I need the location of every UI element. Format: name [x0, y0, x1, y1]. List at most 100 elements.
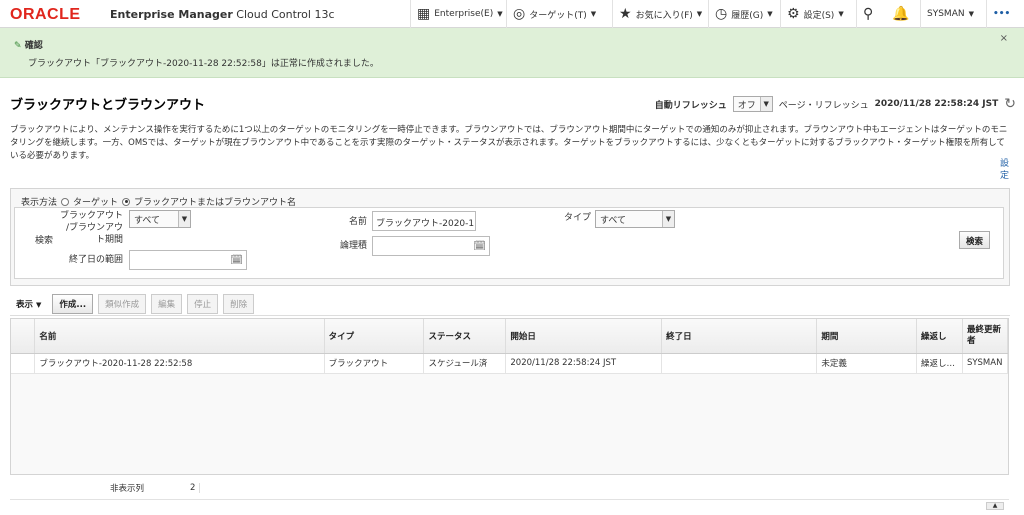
- column-header-name[interactable]: 名前: [34, 319, 325, 354]
- column-header-status[interactable]: ステータス: [423, 319, 507, 354]
- cell-start: 2020/11/28 22:58:24 JST: [505, 353, 663, 374]
- oracle-logo[interactable]: ORACLE: [10, 6, 81, 24]
- page-refresh-time: 2020/11/28 22:58:24 JST: [874, 99, 999, 109]
- calendar-icon[interactable]: 🗓: [230, 255, 243, 266]
- period-label-line1: ブラックアウト: [59, 211, 123, 221]
- notifications-button[interactable]: 🔔: [886, 0, 915, 28]
- create-like-button[interactable]: 類似作成: [98, 293, 147, 314]
- radio-name[interactable]: [122, 197, 131, 206]
- refresh-icon[interactable]: ↻: [1004, 96, 1016, 112]
- star-icon: ★: [619, 6, 632, 22]
- more-menu[interactable]: •••: [986, 0, 1016, 28]
- calendar-icon[interactable]: 🗓: [473, 241, 486, 252]
- create-button[interactable]: 作成...: [52, 293, 94, 314]
- auto-refresh-label: 自動リフレッシュ: [654, 100, 727, 111]
- period-label-line2: /ブラウンアウ: [65, 223, 123, 233]
- target-icon: ◎: [513, 6, 526, 22]
- nav-favorites[interactable]: ★ お気に入り(F) ▼: [612, 0, 708, 28]
- nav-enterprise-label: Enterprise(E): [434, 9, 494, 19]
- table-toolbar: 表示 ▼ 作成... 類似作成 編集 停止 削除: [10, 292, 1010, 316]
- period-label: ブラックアウト /ブラウンアウ ト期間: [55, 210, 123, 246]
- clock-icon: ◷: [715, 6, 728, 22]
- page-description: ブラックアウトにより、メンテナンス操作を実行するために1つ以上のターゲットのモニ…: [10, 125, 1008, 161]
- product-name-bold: Enterprise Manager: [110, 8, 233, 21]
- blackout-table: 名前 タイプ ステータス 開始日 終了日 期間 繰返し 最終更新者 ブラックアウ…: [10, 318, 1009, 475]
- search-button[interactable]: ⚲: [856, 0, 879, 28]
- stop-button[interactable]: 停止: [187, 293, 219, 314]
- confirmation-title-text: 確認: [24, 41, 43, 51]
- page-refresh-label: ページ・リフレッシュ: [778, 100, 869, 111]
- blackout-table-grid: 名前 タイプ ステータス 開始日 終了日 期間 繰返し 最終更新者 ブラックアウ…: [11, 319, 1009, 374]
- nav-targets[interactable]: ◎ ターゲット(T) ▼: [506, 0, 602, 28]
- gear-icon: ⚙: [787, 6, 800, 22]
- chevron-down-icon: ▼: [590, 10, 597, 18]
- search-label: 検索: [34, 236, 53, 246]
- table-header-row: 名前 タイプ ステータス 開始日 終了日 期間 繰返し 最終更新者: [11, 319, 1009, 354]
- search-icon: ⚲: [863, 6, 874, 22]
- product-name-rest: Cloud Control 13c: [236, 8, 335, 21]
- scroll-top-icon[interactable]: ▲: [986, 502, 1004, 510]
- column-header-duration[interactable]: 期間: [816, 319, 917, 354]
- column-header-repeat[interactable]: 繰返し: [916, 319, 963, 354]
- name-label: 名前: [348, 217, 367, 227]
- delete-button[interactable]: 削除: [223, 293, 255, 314]
- type-select[interactable]: すべて ▼: [595, 210, 675, 228]
- chevron-down-icon: ▼: [767, 10, 773, 18]
- view-menu[interactable]: 表示 ▼: [10, 295, 47, 313]
- chevron-down-icon: ▼: [759, 97, 772, 111]
- logical-and-label: 論理積: [339, 241, 367, 251]
- chevron-down-icon: ▼: [838, 10, 844, 18]
- type-select-value: すべて: [600, 215, 627, 226]
- period-select-value: すべて: [134, 215, 161, 226]
- column-header-end[interactable]: 終了日: [661, 319, 818, 354]
- search-panel: 表示方法 ターゲット ブラックアウトまたはブラウンアウト名 検索 ブラックアウト…: [10, 188, 1010, 286]
- user-name: SYSMAN: [927, 9, 965, 19]
- cell-repeat: 繰返し…: [916, 353, 963, 374]
- search-submit-button[interactable]: 検索: [959, 231, 991, 249]
- period-select[interactable]: すべて ▼: [129, 210, 191, 228]
- hidden-columns-count: 2: [190, 482, 200, 493]
- close-icon[interactable]: ×: [1000, 33, 1008, 44]
- radio-target[interactable]: [61, 197, 70, 206]
- cell-last-updated-by: SYSMAN: [962, 353, 1009, 374]
- column-header-start[interactable]: 開始日: [505, 319, 663, 354]
- nav-setup-label: 設定(S): [803, 10, 835, 21]
- end-range-label: 終了日の範囲: [68, 255, 123, 265]
- nav-favorites-label: お気に入り(F): [635, 10, 693, 21]
- user-menu[interactable]: SYSMAN ▼: [920, 0, 980, 28]
- name-input[interactable]: ブラックアウト-2020-11-: [372, 211, 476, 231]
- column-header-type[interactable]: タイプ: [324, 319, 425, 354]
- confirmation-banner: ✎ 確認 ブラックアウト「ブラックアウト-2020-11-28 22:52:58…: [0, 28, 1024, 78]
- column-header-last-updated-by[interactable]: 最終更新者: [962, 319, 1009, 354]
- settings-link[interactable]: 設定: [1000, 158, 1010, 182]
- chevron-down-icon: ▼: [497, 10, 503, 18]
- nav-history[interactable]: ◷ 履歴(G) ▼: [708, 0, 779, 28]
- cell-duration: 未定義: [816, 353, 917, 374]
- edit-button[interactable]: 編集: [151, 293, 183, 314]
- table-row[interactable]: ブラックアウト-2020-11-28 22:52:58 ブラックアウト スケジュ…: [11, 353, 1009, 374]
- nav-setup[interactable]: ⚙ 設定(S) ▼: [780, 0, 850, 28]
- end-range-input[interactable]: 🗓: [129, 250, 247, 270]
- hidden-columns-label: 非表示列: [110, 483, 145, 494]
- bell-icon: 🔔: [892, 6, 910, 22]
- more-icon: •••: [993, 9, 1011, 19]
- table-footer: 非表示列 2: [10, 476, 1009, 500]
- chevron-down-icon: ▼: [662, 211, 674, 227]
- row-selector[interactable]: [11, 353, 36, 374]
- nav-enterprise[interactable]: ▦ Enterprise(E) ▼: [410, 0, 509, 28]
- cell-name: ブラックアウト-2020-11-28 22:52:58: [34, 353, 325, 374]
- auto-refresh-value: オフ: [737, 100, 756, 111]
- cell-end: [661, 353, 818, 374]
- enterprise-icon: ▦: [417, 6, 431, 22]
- page-title: ブラックアウトとブラウンアウト: [10, 98, 206, 113]
- chevron-down-icon: ▼: [696, 10, 703, 18]
- refresh-controls: 自動リフレッシュ オフ ▼ ページ・リフレッシュ 2020/11/28 22:5…: [655, 96, 1016, 112]
- type-label: タイプ: [563, 213, 591, 223]
- auto-refresh-select[interactable]: オフ ▼: [732, 96, 773, 112]
- confirm-check-icon: ✎: [14, 41, 22, 51]
- nav-history-label: 履歴(G): [731, 10, 764, 21]
- search-form: 検索 ブラックアウト /ブラウンアウ ト期間 すべて ▼ 終了日の範囲 🗓 名前…: [14, 207, 1004, 279]
- logical-and-input[interactable]: 🗓: [372, 236, 490, 256]
- cell-status: スケジュール済: [423, 353, 507, 374]
- cell-type: ブラックアウト: [324, 353, 425, 374]
